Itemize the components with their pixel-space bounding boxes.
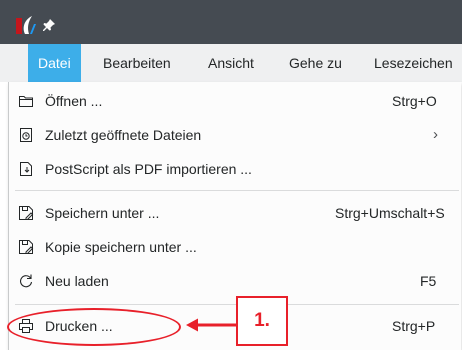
menu-item-save-copy[interactable]: Kopie speichern unter ...	[9, 230, 461, 264]
save-copy-icon	[19, 240, 34, 254]
highlight-ellipse	[7, 308, 181, 346]
folder-open-icon	[19, 96, 33, 107]
menu-tab-bearbeiten[interactable]: Bearbeiten	[103, 44, 171, 82]
arrow-left-icon	[186, 318, 236, 332]
recent-files-icon	[20, 128, 32, 142]
menu-item-reload[interactable]: Neu laden F5	[9, 264, 461, 298]
shortcut-label: Strg+P	[392, 318, 436, 334]
menu-bar: Datei Bearbeiten Ansicht Gehe zu Lesezei…	[0, 44, 462, 82]
menu-item-recent-files[interactable]: Zuletzt geöffnete Dateien ›	[9, 118, 461, 152]
menu-item-open[interactable]: Öffnen ... Strg+O	[9, 84, 461, 118]
shortcut-label: Strg+Umschalt+S	[335, 205, 445, 221]
menu-item-label: Neu laden	[45, 273, 109, 289]
menu-item-save-as[interactable]: Speichern unter ... Strg+Umschalt+S	[9, 196, 461, 230]
title-bar	[0, 0, 462, 44]
menu-item-label: PostScript als PDF importieren ...	[45, 161, 252, 177]
menu-tab-ansicht[interactable]: Ansicht	[208, 44, 254, 82]
menu-separator	[15, 190, 459, 191]
menu-item-label: Öffnen ...	[45, 93, 103, 109]
reload-icon	[20, 274, 33, 288]
menu-item-label: Zuletzt geöffnete Dateien	[45, 127, 202, 143]
okular-app-icon	[16, 16, 36, 34]
shortcut-label: Strg+O	[392, 93, 437, 109]
menu-tab-lesezeichen[interactable]: Lesezeichen	[374, 44, 453, 82]
menu-item-label: Speichern unter ...	[45, 205, 160, 221]
chevron-right-icon: ›	[433, 126, 438, 143]
menu-tab-datei[interactable]: Datei	[28, 44, 81, 82]
shortcut-label: F5	[420, 273, 437, 289]
menu-tab-gehe-zu[interactable]: Gehe zu	[289, 44, 342, 82]
menu-item-import-postscript[interactable]: PostScript als PDF importieren ...	[9, 152, 461, 186]
save-as-icon	[19, 206, 34, 220]
step-number-box: 1.	[236, 296, 288, 346]
import-icon	[20, 162, 32, 176]
okular-window: Datei Bearbeiten Ansicht Gehe zu Lesezei…	[0, 0, 462, 350]
menu-item-label: Kopie speichern unter ...	[45, 239, 197, 255]
pin-icon[interactable]	[42, 18, 56, 32]
